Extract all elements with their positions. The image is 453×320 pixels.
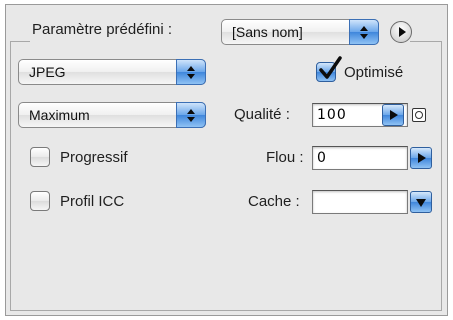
preset-label: Paramètre prédéfini : — [32, 21, 173, 38]
quality-preset-popup-value: Maximum — [29, 107, 90, 123]
profil-icc-checkbox[interactable] — [30, 191, 50, 211]
slider-arrow-icon — [418, 153, 426, 163]
quality-mask-button[interactable] — [412, 108, 426, 122]
cache-field[interactable] — [312, 190, 408, 214]
progressif-label: Progressif — [60, 149, 128, 166]
quality-preset-popup[interactable]: Maximum — [18, 102, 206, 128]
save-for-web-settings-panel: Paramètre prédéfini : [Sans nom] JPEG Op… — [5, 4, 448, 316]
format-popup-value: JPEG — [29, 64, 66, 80]
dropdown-arrow-icon — [416, 199, 426, 207]
cache-dropdown-button[interactable] — [410, 191, 432, 213]
slider-arrow-icon — [390, 110, 398, 120]
format-popup[interactable]: JPEG — [18, 59, 206, 85]
flou-value: 0 — [317, 150, 327, 166]
qualite-value: 100 — [317, 107, 347, 123]
preset-popup[interactable]: [Sans nom] — [221, 19, 379, 45]
flou-label: Flou : — [266, 149, 304, 166]
progressif-checkbox[interactable] — [30, 147, 50, 167]
preset-popup-value: [Sans nom] — [232, 24, 303, 40]
optimise-label: Optimisé — [344, 64, 404, 81]
settings-menu-button[interactable] — [390, 21, 412, 43]
menu-arrow-icon — [399, 27, 406, 37]
mask-circle-icon — [415, 111, 423, 119]
flou-slider-button[interactable] — [410, 147, 432, 169]
checkmark-icon — [319, 56, 342, 79]
cache-label: Cache : — [248, 193, 300, 210]
groupbox-top-border-left — [10, 41, 30, 42]
profil-icc-label: Profil ICC — [60, 193, 125, 210]
popup-arrows-icon — [176, 59, 206, 85]
optimise-checkbox[interactable] — [316, 56, 342, 82]
popup-arrows-icon — [176, 102, 206, 128]
qualite-label: Qualité : — [234, 106, 290, 123]
qualite-slider-button[interactable] — [382, 104, 404, 126]
popup-arrows-icon — [349, 19, 379, 45]
groupbox-top-border-right — [410, 41, 442, 42]
flou-field[interactable]: 0 — [312, 146, 408, 170]
